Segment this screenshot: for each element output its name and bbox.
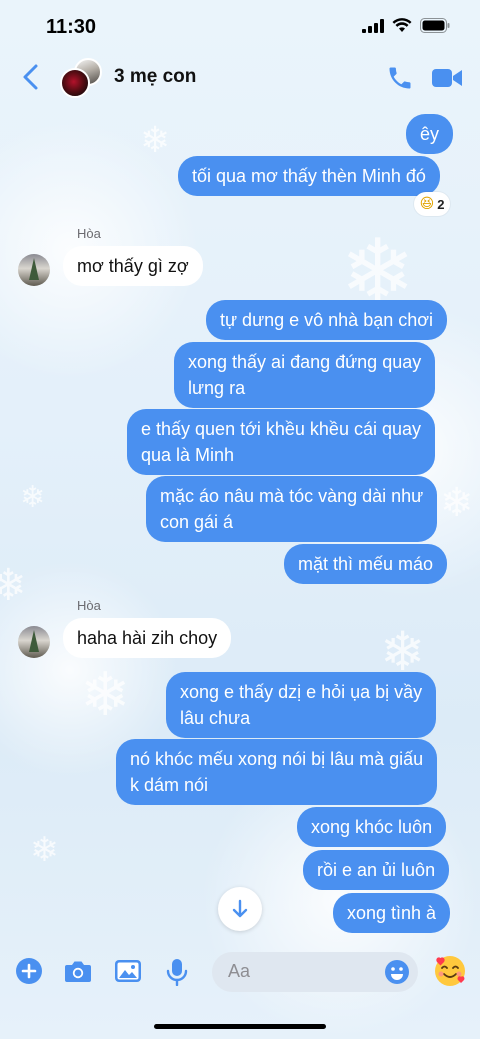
sender-name: Hòa (77, 598, 101, 613)
message-bubble-outgoing[interactable]: nó khóc mếu xong nói bị lâu mà giấu k dá… (116, 739, 438, 805)
message-line: nó khóc mếu xong nói bị lâu mà giấu (130, 749, 424, 769)
scroll-to-bottom-button[interactable] (218, 887, 262, 931)
message-line: e thấy quen tới khều khều cái quay (141, 419, 421, 439)
message-bubble-outgoing[interactable]: mặc áo nâu mà tóc vàng dài như con gái á (146, 476, 438, 542)
message-bubble-outgoing[interactable]: rồi e an ủi luôn (303, 850, 450, 890)
avatar[interactable] (18, 626, 50, 658)
sticker-icon[interactable] (433, 954, 467, 988)
message-line: lưng ra (188, 378, 246, 398)
message-bubble-incoming[interactable]: haha hài zih choy (63, 618, 232, 658)
camera-icon[interactable] (64, 958, 92, 984)
chat-title[interactable]: 3 mẹ con (114, 66, 196, 88)
video-icon[interactable] (431, 66, 463, 90)
message-bubble-outgoing[interactable]: xong khóc luôn (297, 807, 447, 847)
message-bubble-outgoing[interactable]: xong e thấy dzị e hỏi ụa bị vầy lâu chưa (166, 672, 437, 738)
wifi-icon (392, 18, 412, 32)
message-bubble-outgoing[interactable]: êy (406, 114, 454, 154)
battery-icon (420, 18, 450, 33)
message-bubble-outgoing[interactable]: tự dưng e vô nhà bạn chơi (206, 300, 448, 340)
signal-icon (362, 18, 384, 33)
reaction-count: 2 (437, 196, 445, 212)
gallery-icon[interactable] (114, 958, 142, 984)
message-line: mặc áo nâu mà tóc vàng dài như (160, 486, 424, 506)
message-input[interactable]: Aa (212, 952, 418, 992)
chat-header: 3 mẹ con (0, 54, 480, 102)
message-bubble-incoming[interactable]: mơ thấy gì zợ (63, 246, 203, 286)
group-avatar[interactable] (60, 58, 102, 98)
avatar[interactable] (18, 254, 50, 286)
laughing-emoji-icon: 😆 (419, 196, 435, 212)
message-input-placeholder: Aa (228, 961, 251, 981)
message-line: xong e thấy dzị e hỏi ụa bị vầy (180, 682, 423, 702)
phone-icon[interactable] (386, 64, 414, 92)
reaction-badge[interactable]: 😆 2 (414, 192, 450, 216)
message-line: xong thấy ai đang đứng quay (188, 352, 422, 372)
message-bubble-outgoing[interactable]: mặt thì mếu máo (284, 544, 448, 584)
message-bubble-outgoing[interactable]: e thấy quen tới khều khều cái quay qua l… (127, 409, 435, 475)
sender-name: Hòa (77, 226, 101, 241)
message-line: qua là Minh (141, 445, 235, 465)
message-line: k dám nói (130, 775, 209, 795)
plus-icon[interactable] (16, 958, 42, 984)
arrow-down-icon (232, 899, 248, 918)
back-icon[interactable] (18, 62, 44, 92)
message-line: lâu chưa (180, 708, 251, 728)
message-bubble-outgoing[interactable]: tối qua mơ thấy thèn Minh đó (178, 156, 440, 196)
avatar (60, 68, 90, 98)
message-composer: Aa (0, 944, 480, 1000)
status-time: 11:30 (46, 16, 97, 38)
message-bubble-outgoing[interactable]: xong tình à (333, 893, 451, 933)
message-bubble-outgoing[interactable]: xong thấy ai đang đứng quay lưng ra (174, 342, 436, 408)
emoji-icon[interactable] (384, 959, 410, 985)
message-line: con gái á (160, 512, 234, 532)
mic-icon[interactable] (166, 958, 188, 986)
status-bar: 11:30 (0, 0, 480, 54)
home-indicator[interactable] (154, 1024, 326, 1029)
